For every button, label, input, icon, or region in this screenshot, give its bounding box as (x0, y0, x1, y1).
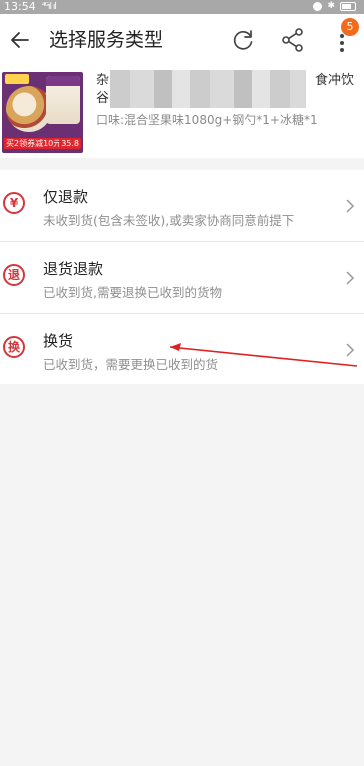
product-title-end: 食冲饮 (314, 73, 354, 88)
status-time: 13:54 (4, 0, 36, 13)
option-label: 换货 (43, 332, 74, 350)
option-label: 仅退款 (43, 188, 89, 206)
service-type-list: ¥ 仅退款 未收到货(包含未签收),或卖家协商同意前提下 退 退货退款 已收到货… (0, 170, 364, 384)
page-title: 选择服务类型 (49, 29, 164, 51)
bluetooth-icon: ✱ (327, 1, 335, 11)
product-jar-graphic (46, 76, 80, 124)
chevron-right-icon (346, 343, 355, 357)
option-label: 退货退款 (43, 260, 104, 278)
refresh-icon[interactable] (231, 27, 255, 53)
refund-yen-icon: ¥ (3, 192, 25, 214)
price-label: 35.8 (59, 138, 81, 149)
brand-logo (5, 74, 29, 84)
back-arrow-icon[interactable] (8, 26, 30, 54)
app-bar: 选择服务类型 5 (0, 14, 364, 66)
product-title-start-2: 谷 (96, 91, 110, 106)
alarm-icon (313, 2, 323, 11)
product-spec: 口味:混合坚果味1080g+钢勺*1+冰糖*1 (96, 113, 318, 127)
product-title-start: 杂 (96, 73, 110, 88)
mosaic-redaction (110, 70, 306, 108)
battery-icon (340, 2, 356, 11)
product-card: 买2领券减10元 35.8 杂 谷 食冲饮 口味:混合坚果味1080g+钢勺*1… (0, 66, 364, 158)
option-refund-only[interactable]: ¥ 仅退款 未收到货(包含未签收),或卖家协商同意前提下 (0, 170, 364, 242)
notification-badge: 5 (341, 18, 359, 36)
exchange-icon: 换 (3, 336, 25, 358)
promo-label: 买2领券减10元 (4, 138, 64, 149)
return-icon: 退 (3, 264, 25, 286)
chevron-right-icon (346, 271, 355, 285)
option-description: 未收到货(包含未签收),或卖家协商同意前提下 (43, 213, 295, 228)
option-return-refund[interactable]: 退 退货退款 已收到货,需要退换已收到的货物 (0, 242, 364, 314)
chevron-right-icon (346, 199, 355, 213)
option-description: 已收到货，需要更换已收到的货 (43, 357, 219, 372)
status-bar: 13:54 ⁴ᴳıl ıl ✱ (0, 0, 364, 14)
option-exchange[interactable]: 换 换货 已收到货，需要更换已收到的货 (0, 314, 364, 384)
product-image: 买2领券减10元 35.8 (2, 72, 83, 153)
share-icon[interactable] (281, 27, 305, 53)
signal-icon: ⁴ᴳıl ıl (42, 2, 57, 12)
option-description: 已收到货,需要退换已收到的货物 (43, 285, 222, 300)
